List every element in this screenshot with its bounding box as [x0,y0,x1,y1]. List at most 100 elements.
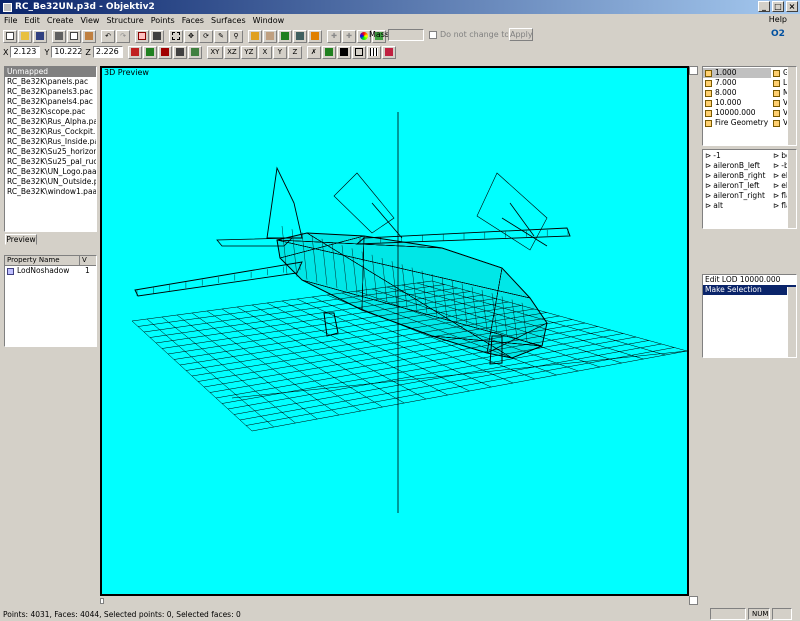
texture-item-selected[interactable]: Unmapped [5,67,96,77]
apply-button[interactable]: Apply [509,28,533,41]
mirror-button[interactable]: ✗ [306,45,321,59]
menu-surfaces[interactable]: Surfaces [211,16,246,25]
lod-scrollbar[interactable] [787,67,796,145]
mass-input[interactable] [388,29,424,41]
texture-item[interactable]: RC_Be32K\scope.pac [5,107,96,117]
action-list[interactable]: Edit LOD 10000.000 Make Selection [702,274,797,358]
menu-points[interactable]: Points [151,16,175,25]
triangulate-button[interactable] [321,45,336,59]
view-xy-button[interactable]: XY [206,45,223,59]
texture-item[interactable]: RC_Be32K\panels.pac [5,77,96,87]
lod-item[interactable]: 10.000 [703,98,771,108]
close-button[interactable]: × [786,1,798,12]
texture-item[interactable]: RC_Be32K\window1.paa [5,187,96,197]
flat-shade-button[interactable] [336,45,351,59]
viewport-left-handle[interactable] [100,598,104,604]
texture-list[interactable]: Unmapped RC_Be32K\panels.pac RC_Be32K\pan… [4,66,97,232]
viewport-corner-handle[interactable] [689,66,698,75]
lod-list[interactable]: 1.000 7.000 8.000 10.000 10000.000 Fire Geome… [702,66,797,146]
viewport-resize-handle[interactable] [689,596,698,605]
lod-item[interactable]: Fire Geometry [703,118,771,128]
copy-button[interactable] [67,29,81,43]
delete-button[interactable] [157,45,172,59]
undo-button[interactable]: ↶ [101,29,115,43]
cube-button[interactable] [187,45,202,59]
merge-button[interactable] [172,45,187,59]
grid-mode-button[interactable] [366,45,381,59]
lod-item[interactable]: 10000.000 [703,108,771,118]
menu-structure[interactable]: Structure [106,16,143,25]
lod-item[interactable]: 8.000 [703,88,771,98]
grid-tool-button[interactable] [150,29,164,43]
property-list[interactable]: Property Name V LodNoshadow 1 [4,255,97,347]
property-value-column[interactable]: V [80,256,96,265]
view-y-button[interactable]: Y [272,45,287,59]
menu-view[interactable]: View [80,16,99,25]
texture-item[interactable]: RC_Be32K\UN_Logo.paa [5,167,96,177]
texture-item[interactable]: RC_Be32K\panels3.pac [5,87,96,97]
texture-item[interactable]: RC_Be32K\Su25_horizont.pac [5,147,96,157]
selection-item[interactable]: ⊳ alt [703,201,771,211]
3d-preview-viewport[interactable]: 3D Preview [100,66,689,596]
action-make-selection[interactable]: Make Selection [703,285,796,295]
pen-tool-button[interactable]: ✎ [214,29,228,43]
selection-list[interactable]: ⊳ -1 ⊳ aileronB_left ⊳ aileronB_right ⊳ aileron… [702,149,797,229]
zoom-tool-button[interactable]: ⚲ [229,29,243,43]
selection-item[interactable]: ⊳ -1 [703,151,771,161]
maximize-button[interactable]: □ [772,1,784,12]
new-file-button[interactable] [3,29,17,43]
texture-mode-button[interactable] [381,45,396,59]
weld-tool-button[interactable]: ✚ [342,29,356,43]
x-coord-input[interactable]: 2.123 [10,46,41,58]
rotate-tool-button[interactable]: ⟳ [199,29,213,43]
face-color-button[interactable] [142,45,157,59]
view-xz-button[interactable]: XZ [223,45,240,59]
selection-item[interactable]: ⊳ aileronB_right [703,171,771,181]
menu-help[interactable]: Help [769,15,787,24]
save-file-button[interactable] [33,29,47,43]
pick-tool-button[interactable]: ✚ [327,29,341,43]
view-z-button[interactable]: Z [287,45,302,59]
lock-tool-button[interactable] [248,29,262,43]
selection-item[interactable]: ⊳ aileronB_left [703,161,771,171]
render-tool-button[interactable] [308,29,322,43]
texture-item[interactable]: RC_Be32K\Su25_pal_rucky.p [5,157,96,167]
menu-window[interactable]: Window [253,16,285,25]
paste-button[interactable] [82,29,96,43]
texture-item[interactable]: RC_Be32K\UN_Outside.paa [5,177,96,187]
lod-item[interactable]: 1.000 [703,68,771,78]
face-tool-button[interactable] [135,29,149,43]
hand-tool-button[interactable] [263,29,277,43]
selection-item[interactable]: ⊳ aileronT_left [703,181,771,191]
wire-mode-button[interactable] [351,45,366,59]
preview-tab[interactable]: Preview [5,234,37,245]
open-file-button[interactable] [18,29,32,43]
action-edit-lod[interactable]: Edit LOD 10000.000 [703,275,796,285]
selection-item[interactable]: ⊳ aileronT_right [703,191,771,201]
selection-scrollbar[interactable] [787,150,796,228]
total-mass-checkbox[interactable] [429,31,437,39]
texture-item[interactable]: RC_Be32K\Rus_Cockpit.paa [5,127,96,137]
cut-button[interactable] [52,29,66,43]
texture-item[interactable]: RC_Be32K\Rus_Inside.pac [5,137,96,147]
y-coord-input[interactable]: 10.222 [51,46,82,58]
property-row[interactable]: LodNoshadow 1 [5,266,96,276]
mesh-tool-button[interactable] [293,29,307,43]
point-color-button[interactable] [127,45,142,59]
action-scrollbar[interactable] [787,287,796,357]
menu-faces[interactable]: Faces [182,16,204,25]
menu-create[interactable]: Create [47,16,74,25]
texture-item[interactable]: RC_Be32K\panels4.pac [5,97,96,107]
texture-tool-button[interactable] [278,29,292,43]
menu-edit[interactable]: Edit [24,16,40,25]
redo-button[interactable]: ↷ [116,29,130,43]
texture-item[interactable]: RC_Be32K\Rus_Alpha.paa [5,117,96,127]
property-name-column[interactable]: Property Name [5,256,80,265]
view-x-button[interactable]: X [257,45,272,59]
z-coord-input[interactable]: 2.226 [92,46,123,58]
view-yz-button[interactable]: YZ [240,45,257,59]
menu-file[interactable]: File [4,16,17,25]
minimize-button[interactable]: _ [758,1,770,12]
select-tool-button[interactable] [169,29,183,43]
lod-item[interactable]: 7.000 [703,78,771,88]
